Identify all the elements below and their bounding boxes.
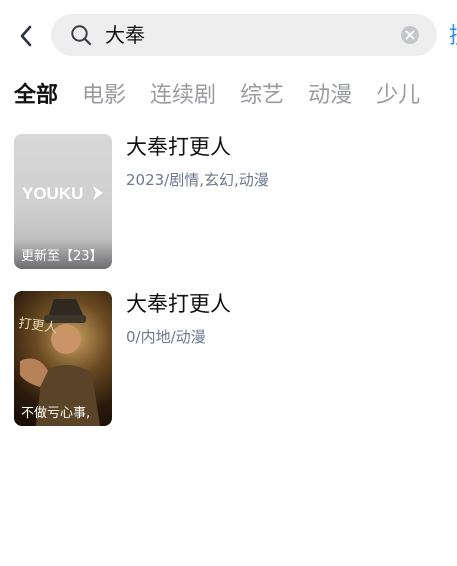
search-input[interactable]: 大奉 <box>105 23 145 47</box>
result-title[interactable]: 大奉打更人 <box>126 291 231 317</box>
search-bar[interactable]: 大奉 <box>51 14 437 56</box>
search-result-item[interactable]: YOUKU 更新至【23】 大奉打更人 2023/剧情,玄幻,动漫 <box>14 134 444 269</box>
category-tabs: 全部 电影 连续剧 综艺 动漫 少儿 <box>14 82 457 112</box>
search-icon <box>71 25 92 46</box>
tab-movie[interactable]: 电影 <box>82 82 126 110</box>
clear-icon[interactable] <box>400 25 420 45</box>
youku-logo: YOUKU <box>22 182 106 204</box>
result-title[interactable]: 大奉打更人 <box>126 134 231 160</box>
poster-caption: 不做亏心事, <box>21 406 91 421</box>
tab-anime[interactable]: 动漫 <box>308 82 352 110</box>
chevron-left-icon <box>20 25 32 47</box>
poster-caption: 更新至【23】 <box>21 249 103 264</box>
search-result-item[interactable]: 打更人 不做亏心事, 大奉打更人 0/内地/动漫 <box>14 291 444 426</box>
tab-all[interactable]: 全部 <box>14 82 58 110</box>
search-submit-button[interactable]: 搜 <box>449 18 457 50</box>
tab-series[interactable]: 连续剧 <box>150 82 216 110</box>
poster-thumbnail[interactable]: 打更人 不做亏心事, <box>14 291 112 426</box>
back-button[interactable] <box>12 20 40 52</box>
tab-kids[interactable]: 少儿 <box>376 82 420 110</box>
result-meta: 2023/剧情,玄幻,动漫 <box>126 171 269 189</box>
tab-variety[interactable]: 综艺 <box>240 82 284 110</box>
poster-thumbnail[interactable]: YOUKU 更新至【23】 <box>14 134 112 269</box>
result-meta: 0/内地/动漫 <box>126 328 206 346</box>
logo-text: YOUKU <box>22 184 83 203</box>
